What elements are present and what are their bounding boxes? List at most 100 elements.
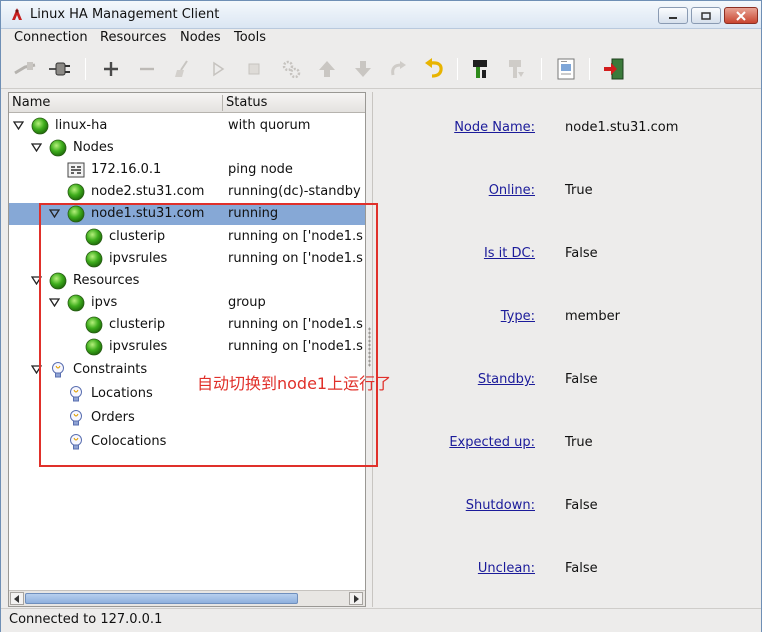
move-up-icon — [319, 61, 335, 77]
disconnect-button[interactable] — [12, 57, 38, 81]
property-value: False — [565, 498, 598, 513]
property-value: member — [565, 309, 620, 324]
connection-status: Connected to 127.0.0.1 — [9, 612, 163, 627]
property-value: node1.stu31.com — [565, 120, 679, 135]
linux-ha-logo-icon — [12, 8, 22, 20]
property-value: False — [565, 246, 598, 261]
green-status-icon — [49, 139, 67, 157]
ping-node-icon — [67, 162, 85, 178]
menu-nodes[interactable]: Nodes — [180, 30, 221, 45]
active-button[interactable] — [503, 57, 529, 81]
tree-node-label: linux-ha — [55, 118, 108, 133]
add-icon — [104, 62, 118, 76]
toolbar-separator — [85, 58, 86, 80]
connect-button[interactable] — [47, 57, 73, 81]
active-icon — [509, 60, 524, 78]
tree-row[interactable]: Nodes — [9, 137, 365, 159]
start-icon — [213, 61, 225, 77]
menu-resources[interactable]: Resources — [100, 30, 166, 45]
stop-icon — [248, 63, 260, 75]
tree-row[interactable]: linux-ha with quorum — [9, 115, 365, 137]
standby-icon — [473, 60, 487, 78]
undo-button[interactable] — [421, 57, 447, 81]
green-status-icon — [31, 117, 49, 135]
migrate-button[interactable] — [385, 57, 411, 81]
property-label[interactable]: Type: — [501, 309, 535, 324]
cleanup-icon — [175, 60, 188, 77]
toolbar-separator — [541, 58, 542, 80]
property-label[interactable]: Shutdown: — [466, 498, 535, 513]
close-button[interactable] — [724, 7, 758, 24]
start-button[interactable] — [205, 57, 231, 81]
exit-button[interactable] — [601, 57, 627, 81]
remove-icon — [140, 67, 154, 71]
tree-header: Name Status — [9, 93, 365, 113]
stop-button[interactable] — [241, 57, 267, 81]
toolbar — [1, 49, 761, 89]
tree-node-status: ping node — [228, 162, 293, 177]
move-down-icon — [355, 61, 371, 77]
menu-connection[interactable]: Connection — [14, 30, 88, 45]
move-down-button[interactable] — [350, 57, 376, 81]
chevron-right-icon — [354, 594, 359, 603]
tree-node-status: running(dc)-standby — [228, 184, 361, 199]
migrate-icon — [391, 61, 406, 76]
expander-icon[interactable] — [31, 143, 42, 152]
tree-row[interactable]: 172.16.0.1 ping node — [9, 159, 365, 181]
standby-button[interactable] — [468, 57, 494, 81]
undo-icon — [425, 58, 443, 78]
app-window: Linux HA Management Client Connection Re… — [0, 0, 762, 632]
tree-node-label: Nodes — [73, 140, 114, 155]
status-bar: Connected to 127.0.0.1 — [1, 608, 761, 632]
property-label[interactable]: Expected up: — [449, 435, 535, 450]
window-title: Linux HA Management Client — [30, 7, 220, 22]
tree-node-status: with quorum — [228, 118, 311, 133]
view-xml-icon — [557, 58, 575, 80]
column-header-name[interactable]: Name — [12, 95, 50, 110]
title-bar[interactable]: Linux HA Management Client — [1, 1, 761, 29]
minimize-icon — [669, 16, 677, 19]
scroll-right-button[interactable] — [349, 592, 363, 605]
minimize-button[interactable] — [658, 7, 688, 24]
column-header-status[interactable]: Status — [226, 95, 267, 110]
property-label[interactable]: Online: — [489, 183, 535, 198]
tree-node-label: 172.16.0.1 — [91, 162, 162, 177]
property-value: False — [565, 372, 598, 387]
exit-icon — [604, 58, 624, 80]
annotation-text: 自动切换到node1上运行了 — [197, 374, 392, 393]
scroll-left-button[interactable] — [10, 592, 24, 605]
scroll-thumb[interactable] — [25, 593, 298, 604]
move-up-button[interactable] — [314, 57, 340, 81]
expander-icon[interactable] — [13, 121, 24, 130]
property-value: True — [565, 435, 593, 450]
connect-icon — [49, 62, 70, 76]
cleanup-button[interactable] — [169, 57, 195, 81]
maximize-icon — [701, 11, 711, 20]
manage-icon — [282, 60, 301, 79]
property-value: True — [565, 183, 593, 198]
property-label[interactable]: Standby: — [478, 372, 535, 387]
tree-node-label: node2.stu31.com — [91, 184, 205, 199]
horizontal-scrollbar[interactable] — [9, 590, 365, 606]
property-label[interactable]: Unclean: — [478, 561, 535, 576]
disconnect-icon — [14, 62, 36, 75]
toolbar-separator — [457, 58, 458, 80]
property-label[interactable]: Is it DC: — [484, 246, 535, 261]
column-divider[interactable] — [222, 95, 223, 111]
property-label[interactable]: Node Name: — [454, 120, 535, 135]
menu-tools[interactable]: Tools — [234, 30, 266, 45]
menu-bar: Connection Resources Nodes Tools — [1, 29, 761, 49]
tree-row[interactable]: node2.stu31.com running(dc)-standby — [9, 181, 365, 203]
toolbar-separator — [589, 58, 590, 80]
green-status-icon — [67, 183, 85, 201]
properties-panel: Node Name: node1.stu31.com Online: True Is i… — [372, 92, 756, 607]
property-value: False — [565, 561, 598, 576]
add-button[interactable] — [98, 57, 124, 81]
manage-button[interactable] — [278, 57, 304, 81]
remove-button[interactable] — [134, 57, 160, 81]
close-icon — [736, 10, 746, 21]
annotation-box — [39, 203, 378, 467]
view-xml-button[interactable] — [553, 57, 579, 81]
chevron-left-icon — [14, 594, 19, 603]
maximize-button[interactable] — [691, 7, 721, 24]
